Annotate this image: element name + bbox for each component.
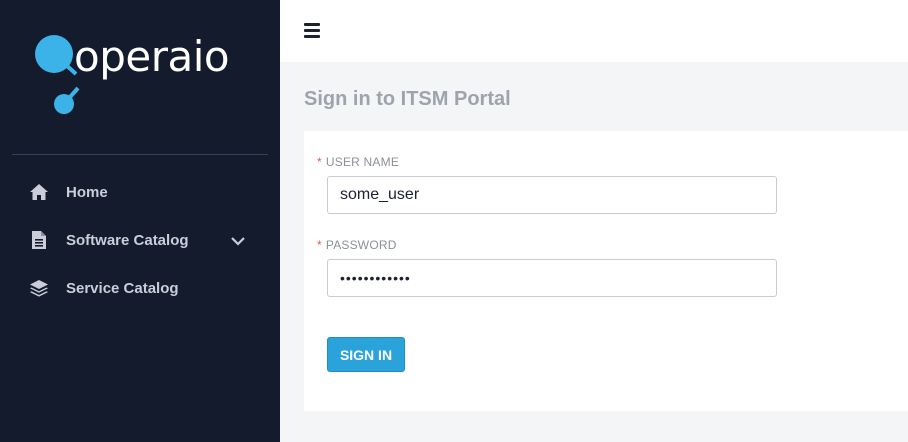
sidebar-nav: Home Software Catalog Service Catalog <box>0 168 280 312</box>
sidebar-item-label: Home <box>66 183 108 201</box>
top-bar <box>280 0 908 62</box>
username-input[interactable] <box>327 176 777 214</box>
sidebar-item-service-catalog[interactable]: Service Catalog <box>0 264 280 312</box>
page-title: Sign in to ITSM Portal <box>304 88 511 110</box>
hamburger-menu-icon[interactable] <box>304 23 320 39</box>
layers-icon <box>28 277 50 299</box>
sidebar: operaio Home Software Catalog Service Ca… <box>0 0 280 442</box>
sidebar-item-software-catalog[interactable]: Software Catalog <box>0 216 280 264</box>
password-input[interactable] <box>327 259 777 297</box>
password-label: * PASSWORD <box>317 238 397 252</box>
sidebar-item-home[interactable]: Home <box>0 168 280 216</box>
sidebar-divider <box>12 154 268 155</box>
required-marker: * <box>317 238 322 252</box>
sidebar-item-label: Service Catalog <box>66 279 179 297</box>
signin-card: *USER NAME *PASSWORD SIGN IN <box>304 131 908 411</box>
sign-in-button[interactable]: SIGN IN <box>327 337 405 372</box>
username-label: * USER NAME <box>317 155 400 169</box>
sidebar-item-label: Software Catalog <box>66 231 189 249</box>
home-icon <box>28 181 50 203</box>
operaio-logo[interactable]: operaio <box>28 28 248 128</box>
logo-text: operaio <box>74 32 230 81</box>
chevron-down-icon[interactable] <box>229 232 247 250</box>
document-icon <box>28 229 50 251</box>
required-marker: * <box>317 155 322 169</box>
